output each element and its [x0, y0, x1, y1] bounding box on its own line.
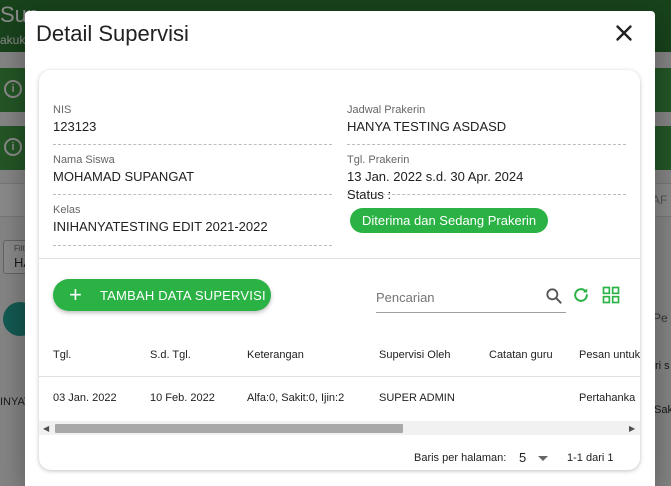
jadwal-label: Jadwal Prakerin [347, 104, 426, 116]
column-header-sd-tgl[interactable]: S.d. Tgl. [150, 349, 191, 361]
status-label: Status : [347, 187, 392, 202]
divider [347, 144, 626, 145]
info-tgl-prakerin: Tgl. Prakerin 13 Jan. 2022 s.d. 30 Apr. … [347, 154, 523, 184]
divider [53, 144, 332, 145]
info-kelas: Kelas INIHANYATESTING EDIT 2021-2022 [53, 204, 268, 234]
divider [53, 194, 332, 195]
cell-pesan: Pertahanka [579, 392, 636, 404]
section-divider [39, 258, 640, 259]
grid-view-icon[interactable] [601, 285, 621, 305]
refresh-icon[interactable] [571, 285, 591, 305]
pagination-range: 1-1 dari 1 [567, 452, 614, 464]
cell-tgl: 03 Jan. 2022 [53, 392, 117, 404]
rows-per-page-select[interactable]: 5 [519, 450, 549, 468]
add-supervisi-button[interactable]: + TAMBAH DATA SUPERVISI [53, 279, 271, 311]
cell-sd-tgl: 10 Feb. 2022 [150, 392, 215, 404]
column-header-catatan-guru[interactable]: Catatan guru [489, 349, 553, 361]
scrollbar-thumb[interactable] [55, 424, 403, 433]
column-header-supervisi-oleh[interactable]: Supervisi Oleh [379, 349, 451, 361]
close-button[interactable] [611, 20, 637, 46]
plus-icon: + [69, 282, 82, 307]
column-header-keterangan[interactable]: Keterangan [247, 349, 304, 361]
tgl-prakerin-label: Tgl. Prakerin [347, 154, 410, 166]
dialog-title: Detail Supervisi [36, 21, 189, 46]
info-nis: NIS 123123 [53, 104, 96, 134]
add-supervisi-label: TAMBAH DATA SUPERVISI [100, 288, 266, 303]
kelas-value: INIHANYATESTING EDIT 2021-2022 [53, 219, 268, 234]
search-box [376, 283, 566, 313]
scroll-left-icon[interactable]: ◀ [43, 424, 49, 433]
info-nama: Nama Siswa MOHAMAD SUPANGAT [53, 154, 194, 184]
detail-supervisi-dialog: Detail Supervisi NIS 123123 Nama Siswa M… [25, 11, 655, 486]
kelas-label: Kelas [53, 204, 81, 216]
jadwal-value: HANYA TESTING ASDASD [347, 119, 507, 134]
search-icon[interactable] [544, 286, 564, 306]
rows-per-page-label: Baris per halaman: [414, 452, 507, 464]
horizontal-scrollbar[interactable]: ◀ ▶ [39, 421, 640, 435]
scroll-right-icon[interactable]: ▶ [629, 424, 635, 433]
cell-keterangan: Alfa:0, Sakit:0, Ijin:2 [247, 392, 345, 404]
column-header-pesan[interactable]: Pesan untuk [579, 349, 640, 361]
info-jadwal: Jadwal Prakerin HANYA TESTING ASDASD [347, 104, 506, 134]
status-badge: Diterima dan Sedang Prakerin [350, 208, 549, 233]
nis-label: NIS [53, 104, 72, 116]
rows-per-page-value: 5 [519, 450, 527, 465]
nis-value: 123123 [53, 119, 97, 134]
search-input[interactable] [376, 287, 536, 307]
chevron-down-icon [538, 456, 548, 461]
divider [53, 245, 332, 246]
nama-value: MOHAMAD SUPANGAT [53, 169, 195, 184]
tgl-prakerin-value: 13 Jan. 2022 s.d. 30 Apr. 2024 [347, 169, 524, 184]
header-divider [39, 376, 640, 377]
close-icon [616, 25, 632, 41]
supervisi-card: NIS 123123 Nama Siswa MOHAMAD SUPANGAT K… [39, 70, 640, 470]
nama-label: Nama Siswa [53, 154, 115, 166]
cell-supervisi-oleh: SUPER ADMIN [379, 392, 455, 404]
column-header-tgl[interactable]: Tgl. [53, 349, 71, 361]
